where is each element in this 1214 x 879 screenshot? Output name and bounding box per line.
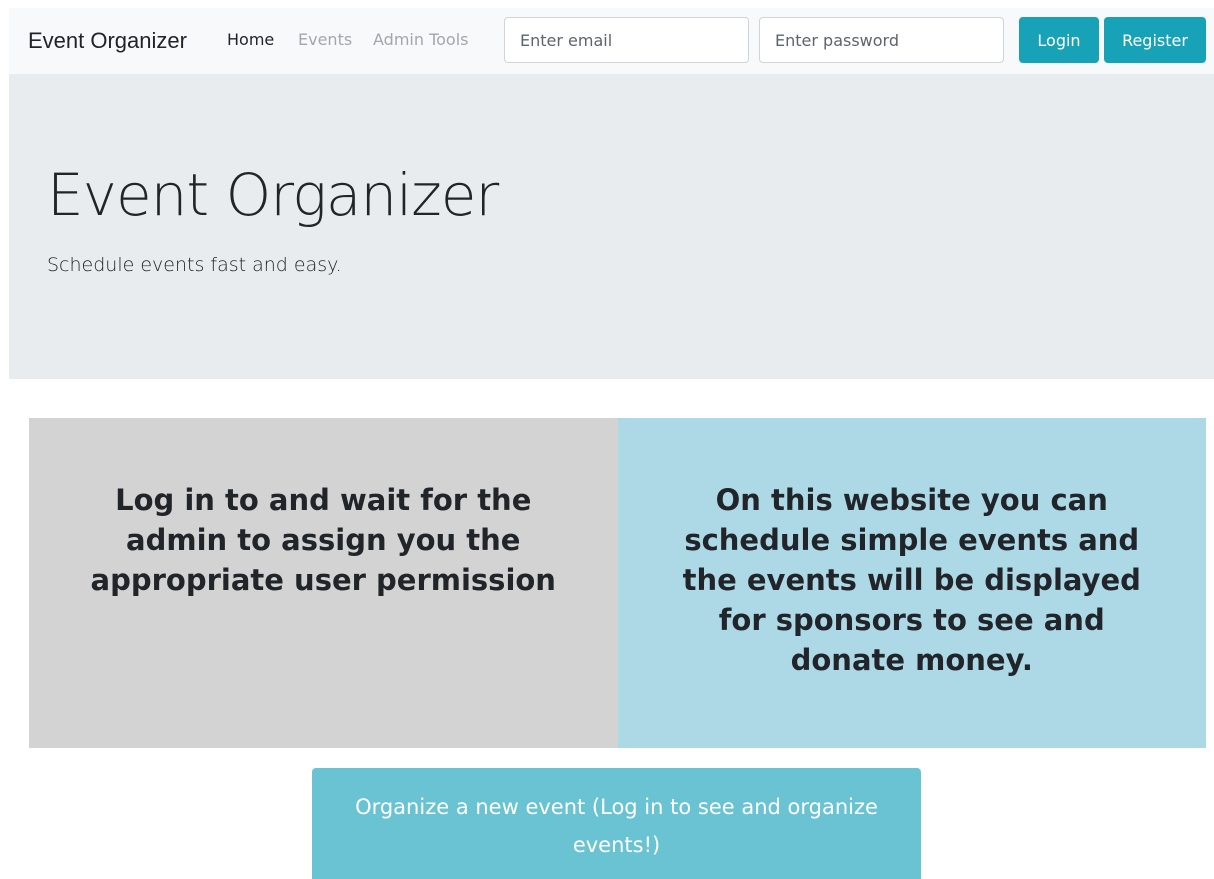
info-panel-about-text: On this website you can schedule simple … <box>682 483 1141 677</box>
nav-link-home[interactable]: Home <box>227 30 274 49</box>
brand-logo[interactable]: Event Organizer <box>28 28 187 54</box>
password-input[interactable] <box>759 17 1004 63</box>
register-button[interactable]: Register <box>1104 17 1206 63</box>
login-button[interactable]: Login <box>1019 17 1099 63</box>
page: Event Organizer Home Events Admin Tools … <box>0 0 1214 879</box>
organize-event-button[interactable]: Organize a new event (Log in to see and … <box>312 768 921 879</box>
hero-title: Event Organizer <box>47 161 499 229</box>
navbar: Event Organizer Home Events Admin Tools … <box>9 8 1214 74</box>
info-panel-login-text: Log in to and wait for the admin to assi… <box>90 483 556 597</box>
info-panel-about: On this website you can schedule simple … <box>617 418 1206 748</box>
info-panels: Log in to and wait for the admin to assi… <box>29 418 1206 748</box>
email-input[interactable] <box>504 17 749 63</box>
hero-section: Event Organizer Schedule events fast and… <box>9 74 1214 379</box>
hero-subtitle: Schedule events fast and easy. <box>47 254 342 276</box>
nav-link-admin-tools[interactable]: Admin Tools <box>373 30 469 49</box>
info-panel-login: Log in to and wait for the admin to assi… <box>29 418 618 748</box>
nav-link-events[interactable]: Events <box>298 30 352 49</box>
